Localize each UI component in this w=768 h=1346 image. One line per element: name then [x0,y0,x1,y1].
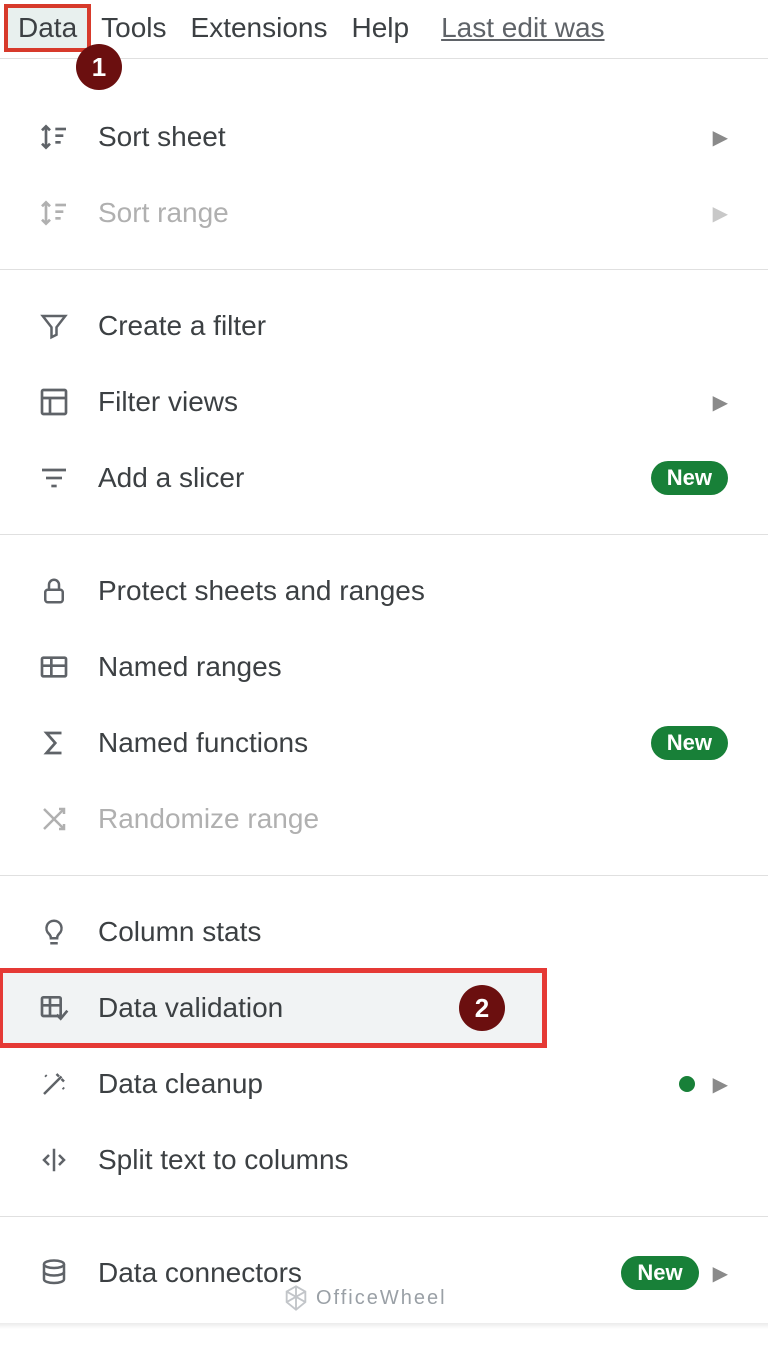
submenu-arrow-icon: ▶ [713,125,728,150]
menu-separator [0,875,768,876]
shuffle-icon [34,799,74,839]
sort-sheet-icon [34,117,74,157]
sort-range-icon [34,193,74,233]
menu-item-add-slicer[interactable]: Add a slicer New [0,440,768,516]
menu-label: Sort range [98,197,713,229]
menu-item-named-functions[interactable]: Named functions New [0,705,768,781]
menu-item-data-validation[interactable]: Data validation 2 [0,970,545,1046]
last-edit-link[interactable]: Last edit was [441,12,604,44]
menu-label: Add a slicer [98,462,651,494]
menu-label: Sort sheet [98,121,713,153]
watermark: OfficeWheel [282,1284,447,1312]
lock-icon [34,571,74,611]
watermark-label: OfficeWheel [316,1287,447,1310]
new-badge: New [621,1256,698,1290]
menu-item-create-filter[interactable]: Create a filter [0,288,768,364]
data-menu-dropdown: Sort sheet ▶ Sort range ▶ Create a filte… [0,59,768,1323]
menu-label: Data cleanup [98,1068,679,1100]
menu-item-split-text[interactable]: Split text to columns [0,1122,768,1198]
menu-label: Randomize range [98,803,728,835]
menu-separator [0,1216,768,1217]
menu-bar-item-tools[interactable]: Tools [91,8,176,48]
split-text-icon [34,1140,74,1180]
slicer-icon [34,458,74,498]
menu-bar-item-extensions[interactable]: Extensions [181,8,338,48]
menu-item-data-cleanup[interactable]: Data cleanup ▶ [0,1046,768,1122]
menu-label: Split text to columns [98,1144,728,1176]
menu-label: Column stats [98,916,728,948]
menu-item-randomize-range: Randomize range [0,781,768,857]
submenu-arrow-icon: ▶ [713,390,728,415]
named-ranges-icon [34,647,74,687]
menu-label: Data validation [98,992,445,1024]
filter-icon [34,306,74,346]
menu-separator [0,534,768,535]
new-badge: New [651,461,728,495]
menu-item-named-ranges[interactable]: Named ranges [0,629,768,705]
menu-label: Protect sheets and ranges [98,575,728,607]
dropdown-shadow [0,1323,768,1329]
annotation-step-1: 1 [76,44,122,90]
menu-item-column-stats[interactable]: Column stats [0,894,768,970]
menu-item-filter-views[interactable]: Filter views ▶ [0,364,768,440]
annotation-step-2: 2 [459,985,505,1031]
submenu-arrow-icon: ▶ [713,1072,728,1097]
filter-views-icon [34,382,74,422]
menu-item-sort-range: Sort range ▶ [0,175,768,251]
submenu-arrow-icon: ▶ [713,201,728,226]
menu-item-protect-sheets[interactable]: Protect sheets and ranges [0,553,768,629]
indicator-dot [679,1076,695,1092]
menu-label: Filter views [98,386,713,418]
sigma-icon [34,723,74,763]
data-validation-icon [34,988,74,1028]
database-icon [34,1253,74,1293]
lightbulb-icon [34,912,74,952]
magic-wand-icon [34,1064,74,1104]
menu-separator [0,269,768,270]
menu-bar-item-help[interactable]: Help [342,8,420,48]
submenu-arrow-icon: ▶ [713,1261,728,1286]
menu-label: Named ranges [98,651,728,683]
menu-bar-item-data[interactable]: Data [8,8,87,48]
new-badge: New [651,726,728,760]
menu-label: Named functions [98,727,651,759]
menu-label: Create a filter [98,310,728,342]
menu-item-sort-sheet[interactable]: Sort sheet ▶ [0,99,768,175]
